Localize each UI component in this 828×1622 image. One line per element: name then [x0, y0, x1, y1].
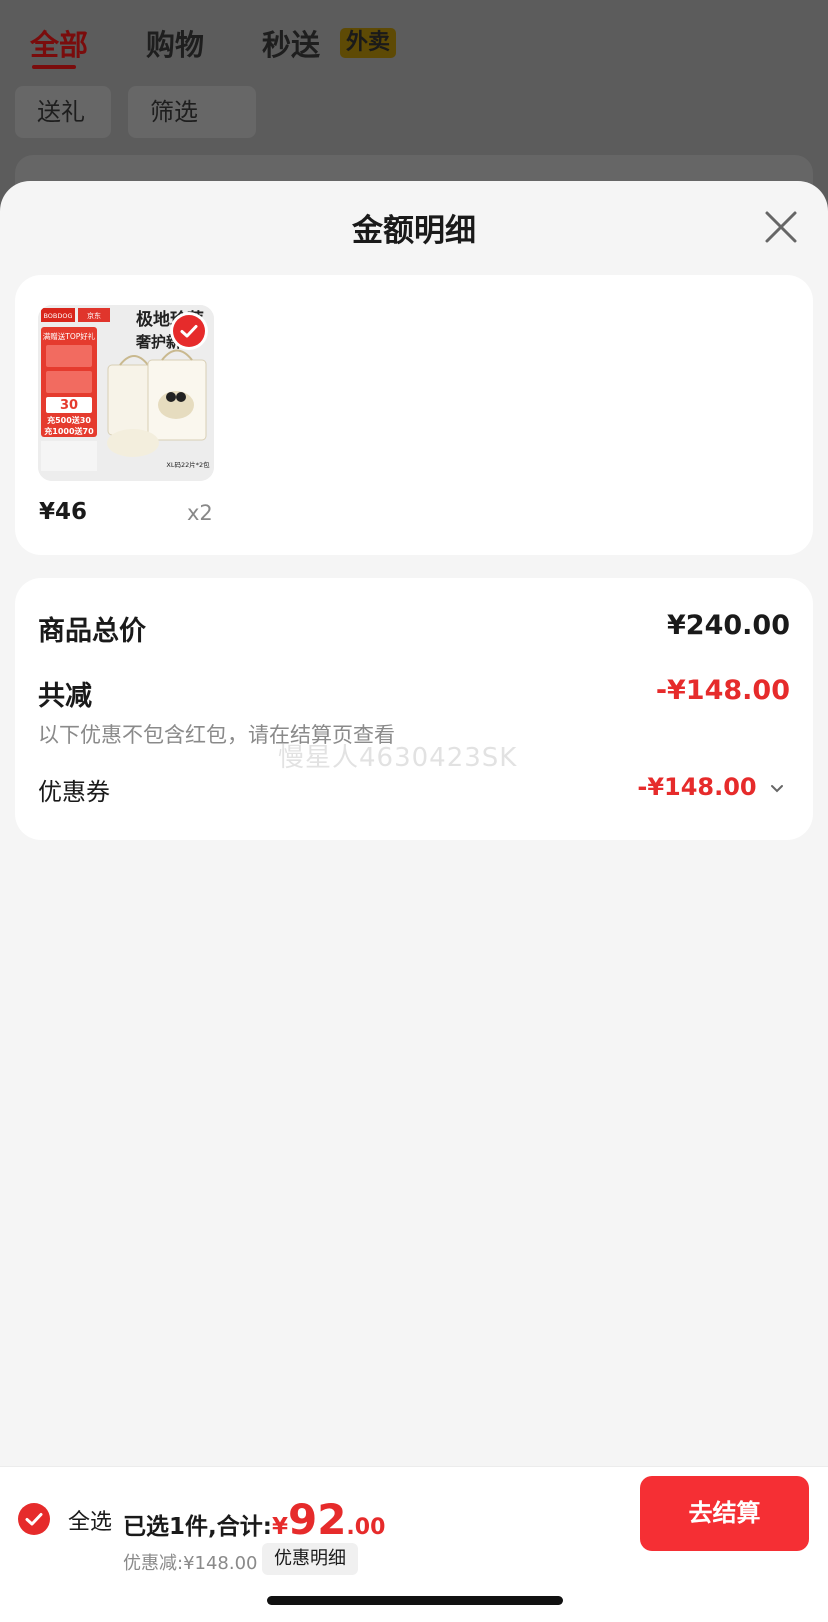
- chip-gift: 送礼: [15, 86, 111, 138]
- chip-gift-label: 送礼: [37, 98, 85, 126]
- takeout-badge: 外卖: [340, 28, 397, 58]
- reduction-value: -¥148.00: [655, 675, 790, 706]
- close-icon[interactable]: [762, 208, 800, 246]
- svg-text:30: 30: [60, 398, 78, 413]
- chevron-down-icon: [771, 785, 783, 793]
- check-icon: [180, 325, 198, 338]
- select-all-checkbox[interactable]: [18, 1503, 50, 1535]
- total-currency: ¥: [271, 1514, 288, 1540]
- sheet-title: 金额明细: [352, 213, 476, 249]
- total-integer: 92: [287, 1495, 347, 1544]
- product-card: BOBDOG 京东 极地珍萃 奢护新生 满赠送TOP好礼 30 充500送30 …: [15, 275, 813, 555]
- coupon-label: 优惠券: [38, 778, 110, 806]
- chip-filter: 筛选: [128, 86, 256, 174]
- reduction-label: 共减: [38, 681, 92, 712]
- tab-express: 秒送: [262, 28, 321, 62]
- coupon-value[interactable]: -¥148.00: [637, 773, 785, 801]
- product-price: ¥46: [39, 499, 88, 525]
- tab-shopping: 购物: [146, 28, 205, 62]
- product-selected-badge[interactable]: [173, 315, 205, 347]
- total-price-value: ¥240.00: [667, 610, 790, 641]
- total-price-label: 商品总价: [38, 616, 146, 647]
- svg-text:XL码22片*2包: XL码22片*2包: [166, 460, 210, 469]
- svg-text:京东: 京东: [87, 311, 101, 320]
- watermark: 慢星人4630423SK: [278, 743, 518, 773]
- svg-text:充1000送70: 充1000送70: [44, 426, 94, 436]
- svg-text:满赠送TOP好礼: 满赠送TOP好礼: [43, 331, 96, 341]
- total-decimal: .00: [346, 1515, 386, 1540]
- svg-text:充500送30: 充500送30: [47, 415, 91, 425]
- tab-active-indicator: [32, 65, 76, 69]
- product-quantity: x2: [187, 501, 213, 525]
- home-indicator: [267, 1596, 563, 1605]
- amount-detail-sheet: 金额明细 BOBDOG 京东 极地珍萃 奢护新生 满赠送TOP好礼 30 充50…: [0, 181, 828, 1621]
- svg-text:BOBDOG: BOBDOG: [43, 312, 72, 320]
- background-page-header: 全部 购物 秒送 外卖 送礼 筛选: [0, 0, 828, 215]
- chip-filter-label: 筛选: [150, 98, 198, 126]
- discount-amount: 优惠减:¥148.00: [123, 1553, 258, 1574]
- selected-prefix: 已选1件,合计:: [123, 1514, 272, 1540]
- discount-detail-button[interactable]: 优惠明细: [262, 1543, 358, 1575]
- check-icon: [25, 1513, 43, 1526]
- select-all-label[interactable]: 全选: [68, 1504, 112, 1536]
- selected-total: 已选1件,合计:¥92.00: [123, 1495, 385, 1544]
- checkout-button[interactable]: 去结算: [640, 1476, 809, 1551]
- coupon-amount: -¥148.00: [637, 773, 757, 801]
- tab-all: 全部: [30, 28, 89, 62]
- price-summary-card: 商品总价 ¥240.00 共减 -¥148.00 以下优惠不包含红包，请在结算页…: [15, 578, 813, 840]
